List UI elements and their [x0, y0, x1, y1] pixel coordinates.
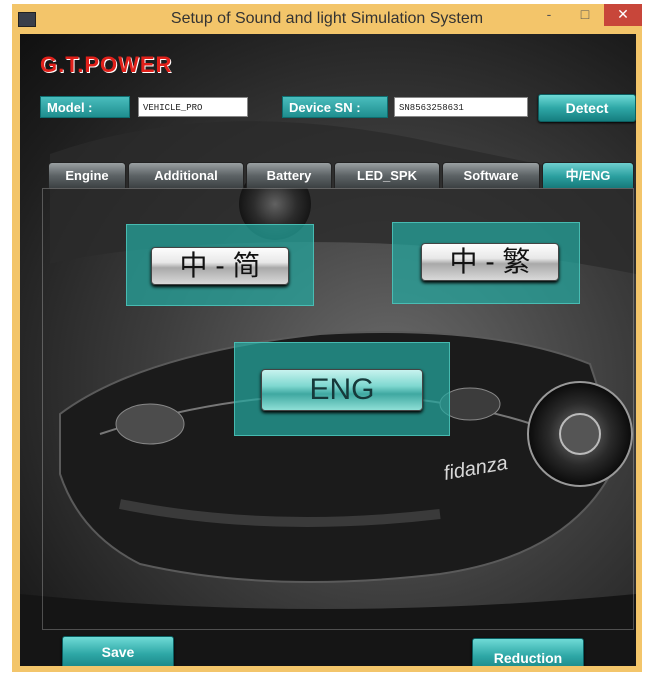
- reduction-button[interactable]: Reduction: [472, 638, 584, 666]
- minimize-button[interactable]: -: [532, 4, 566, 26]
- device-sn-input[interactable]: SN8563258631: [394, 97, 528, 117]
- tab-led-spk[interactable]: LED_SPK: [334, 162, 440, 188]
- model-input[interactable]: VEHICLE_PRO: [138, 97, 248, 117]
- model-label: Model :: [40, 96, 130, 118]
- device-sn-label: Device SN :: [282, 96, 388, 118]
- tab-software[interactable]: Software: [442, 162, 540, 188]
- zh-simplified-box: 中 - 简: [126, 224, 314, 306]
- main-window: Setup of Sound and light Simulation Syst…: [12, 4, 642, 672]
- gt-power-logo: G.T.POWER: [40, 52, 173, 77]
- tab-language[interactable]: 中/ENG: [542, 162, 634, 188]
- maximize-button[interactable]: □: [568, 4, 602, 26]
- zh-traditional-button[interactable]: 中 - 繁: [421, 243, 559, 281]
- tab-additional[interactable]: Additional: [128, 162, 244, 188]
- title-bar[interactable]: Setup of Sound and light Simulation Syst…: [12, 4, 642, 34]
- english-box: ENG: [234, 342, 450, 436]
- app-client-area: fidanza G.T.POWER Model : VEHICLE_PRO De…: [20, 34, 636, 666]
- zh-traditional-box: 中 - 繁: [392, 222, 580, 304]
- english-button[interactable]: ENG: [261, 369, 423, 411]
- save-button[interactable]: Save: [62, 636, 174, 666]
- tab-battery[interactable]: Battery: [246, 162, 332, 188]
- detect-button[interactable]: Detect: [538, 94, 636, 122]
- close-button[interactable]: ✕: [604, 4, 642, 26]
- tab-engine[interactable]: Engine: [48, 162, 126, 188]
- zh-simplified-button[interactable]: 中 - 简: [151, 247, 289, 285]
